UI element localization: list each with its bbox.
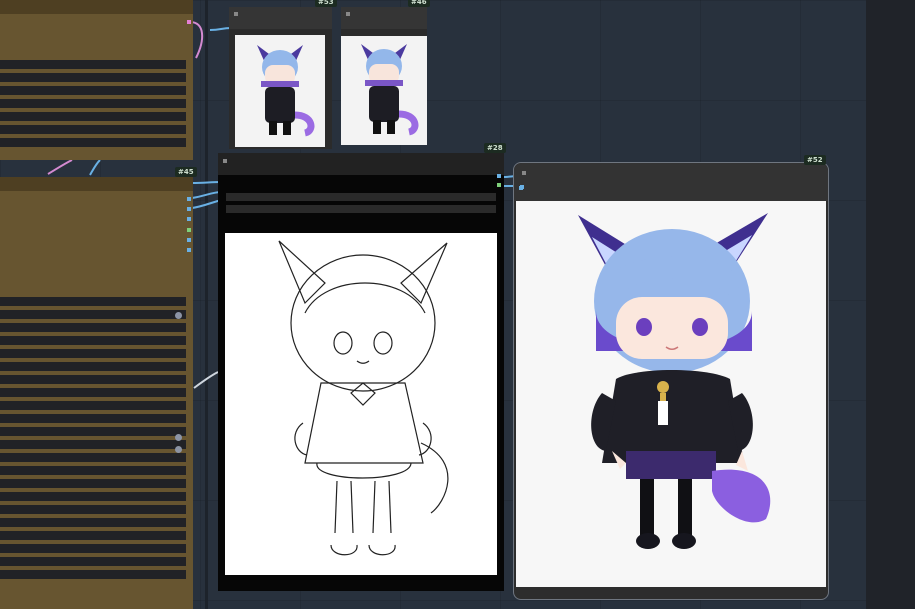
widget-row[interactable] [0, 349, 186, 358]
widget-row[interactable] [0, 466, 186, 475]
node-id-28: #28 [484, 143, 506, 153]
widget-row[interactable] [0, 60, 186, 69]
widget-row[interactable] [0, 531, 186, 540]
widget-row[interactable] [0, 297, 186, 306]
output-image [516, 201, 826, 587]
widget-row[interactable] [0, 99, 186, 108]
group-45 [0, 177, 193, 609]
widget-row[interactable] [0, 86, 186, 95]
widget-row[interactable] [0, 505, 186, 514]
node-id-45: #45 [175, 167, 197, 177]
widget-row[interactable] [0, 323, 186, 332]
widget-row[interactable] [0, 479, 186, 488]
port-blue[interactable] [497, 174, 501, 178]
node-id-52: #52 [804, 155, 826, 165]
widget-row[interactable] [0, 518, 186, 527]
widget-row[interactable] [0, 125, 186, 134]
side-panel [866, 0, 915, 609]
widget-row[interactable] [0, 362, 186, 371]
node-id-53: #53 [315, 0, 337, 7]
node-28[interactable] [218, 153, 504, 591]
port-blue[interactable] [187, 248, 191, 252]
port-blue[interactable] [187, 238, 191, 242]
input-dot[interactable] [175, 312, 182, 319]
lineart-image [225, 233, 497, 575]
wire-blue-mid [89, 159, 101, 176]
node-53[interactable] [229, 7, 332, 149]
widget-row[interactable] [0, 440, 186, 449]
widget-row[interactable] [0, 336, 186, 345]
wire-white [193, 371, 219, 389]
port-blue[interactable] [187, 217, 191, 221]
widget-row[interactable] [0, 112, 186, 121]
node-46[interactable] [341, 7, 427, 145]
widget-row[interactable] [0, 492, 186, 501]
widget-row[interactable] [226, 193, 496, 201]
node-52[interactable] [513, 162, 829, 600]
port-blue[interactable] [187, 197, 191, 201]
port-blue[interactable] [519, 186, 523, 190]
widget-row[interactable] [0, 427, 186, 436]
widget-row[interactable] [0, 375, 186, 384]
preview-image-46 [341, 36, 427, 145]
widget-row[interactable] [0, 310, 186, 319]
widget-row[interactable] [0, 544, 186, 553]
port-blue[interactable] [187, 207, 191, 211]
widget-row[interactable] [226, 205, 496, 213]
widget-row[interactable] [0, 73, 186, 82]
node-id-46: #46 [408, 0, 430, 7]
widget-row[interactable] [0, 388, 186, 397]
port-green[interactable] [497, 183, 501, 187]
input-dot[interactable] [175, 446, 182, 453]
widget-row[interactable] [0, 570, 186, 579]
input-dot[interactable] [175, 434, 182, 441]
port-pink[interactable] [187, 20, 191, 24]
widget-row[interactable] [0, 138, 186, 147]
wire-pink-mid [47, 159, 73, 175]
widget-row[interactable] [0, 414, 186, 423]
widget-row[interactable] [0, 401, 186, 410]
group-top [0, 0, 193, 160]
widget-row[interactable] [0, 453, 186, 462]
port-green[interactable] [187, 228, 191, 232]
preview-image-53 [235, 35, 325, 147]
widget-row[interactable] [0, 557, 186, 566]
